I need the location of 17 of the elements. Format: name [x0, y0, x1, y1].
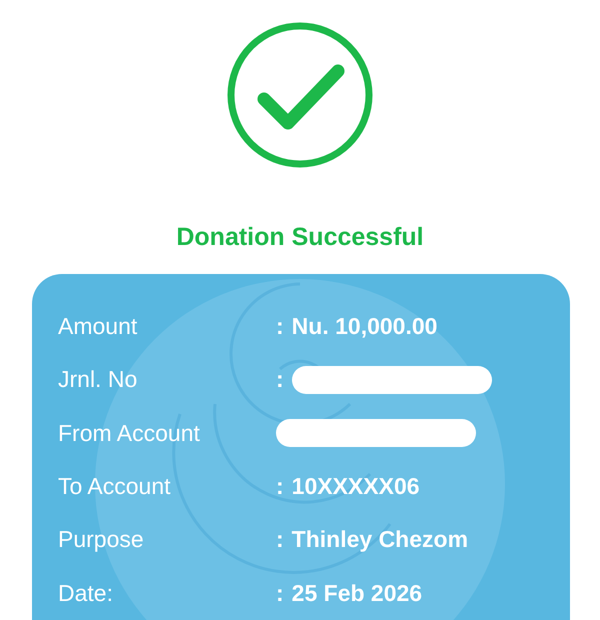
- colon-separator: :: [276, 473, 284, 500]
- detail-label: Purpose: [58, 526, 145, 554]
- detail-value: 10XXXXX06: [292, 473, 420, 500]
- colon-separator: :: [276, 313, 284, 340]
- success-check-icon: [226, 21, 374, 169]
- detail-label: To Account: [58, 473, 172, 500]
- colon-separator: :: [276, 366, 284, 394]
- detail-label: From Account: [58, 420, 201, 447]
- detail-label: Date:: [58, 580, 114, 607]
- colon-separator: :: [276, 580, 284, 607]
- detail-value: Nu. 10,000.00: [292, 313, 438, 340]
- detail-value: Thinley Chezom: [292, 526, 468, 554]
- colon-separator: :: [276, 526, 284, 554]
- detail-value: 25 Feb 2026: [292, 580, 422, 607]
- detail-label: Jrnl. No: [58, 366, 138, 394]
- detail-label: Amount: [58, 313, 138, 340]
- success-title: Donation Successful: [176, 223, 424, 252]
